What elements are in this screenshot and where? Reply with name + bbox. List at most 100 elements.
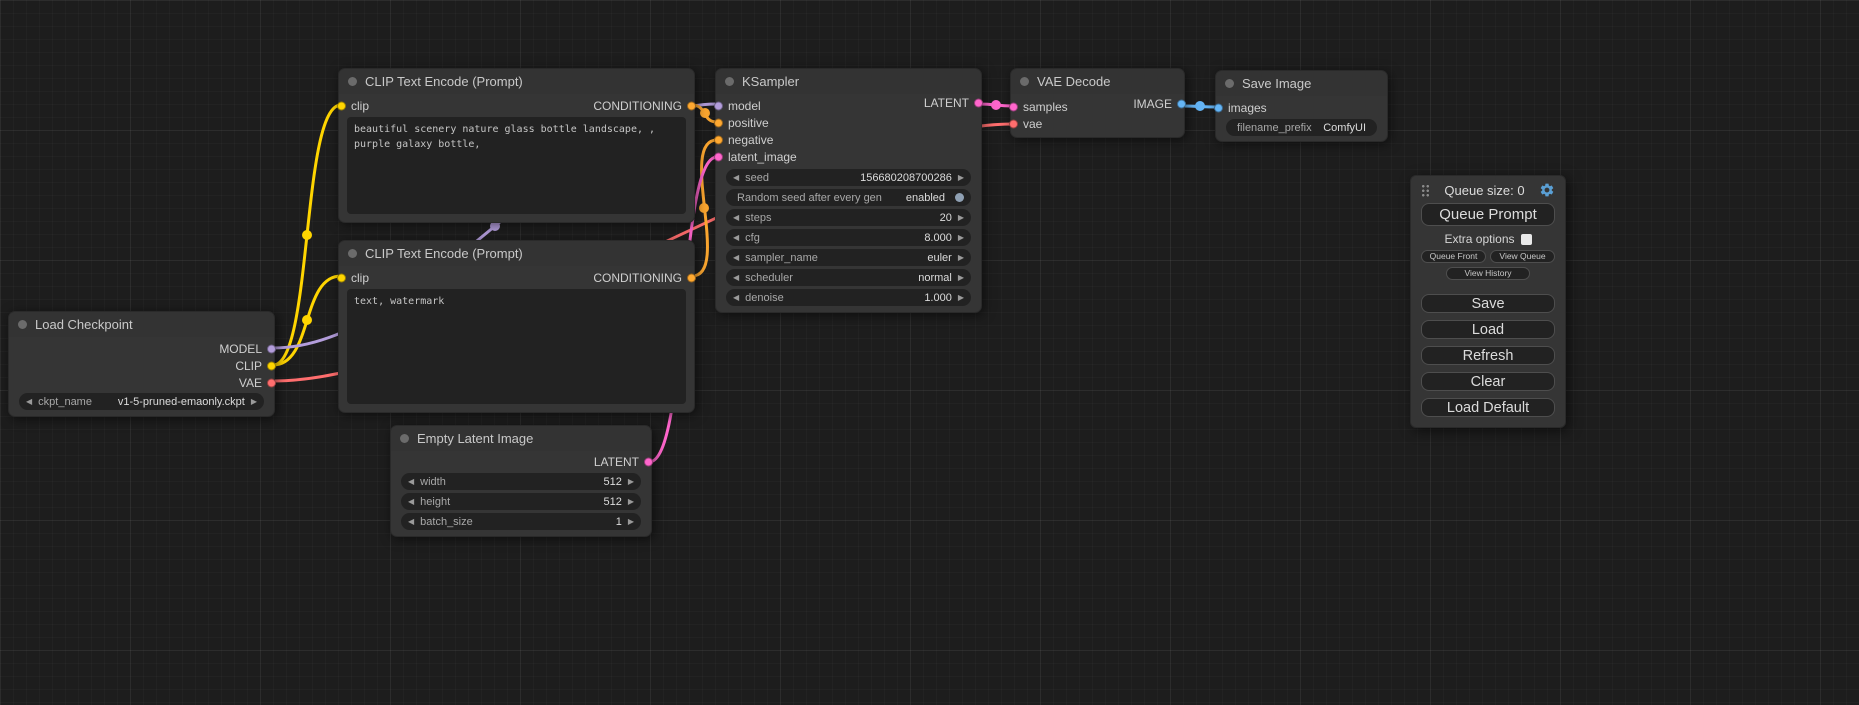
widget-cfg[interactable]: ◀ cfg 8.000 ▶ (726, 229, 971, 246)
widget-label: cfg (745, 232, 760, 244)
slot-label: CONDITIONING (593, 99, 682, 113)
input-dot-negative[interactable] (714, 135, 723, 144)
settings-gear-icon[interactable] (1539, 182, 1555, 198)
extra-options-checkbox[interactable] (1521, 234, 1532, 245)
negative-prompt-textarea[interactable]: text, watermark (347, 289, 686, 404)
arrow-left-icon[interactable]: ◀ (733, 214, 739, 222)
arrow-right-icon[interactable]: ▶ (251, 398, 257, 406)
collapse-dot[interactable] (725, 77, 734, 86)
toggle-dot[interactable] (955, 193, 964, 202)
clear-button[interactable]: Clear (1421, 372, 1555, 391)
node-titlebar[interactable]: KSampler (716, 69, 981, 94)
widget-control-after-generate[interactable]: Random seed after every gen enabled (726, 189, 971, 206)
output-dot-conditioning[interactable] (687, 101, 696, 110)
node-clip-text-encode-negative[interactable]: CLIP Text Encode (Prompt) clip CONDITION… (338, 240, 695, 413)
widget-height[interactable]: ◀ height 512 ▶ (401, 493, 641, 510)
node-titlebar[interactable]: CLIP Text Encode (Prompt) (339, 241, 694, 266)
arrow-right-icon[interactable]: ▶ (958, 234, 964, 242)
input-dot-clip[interactable] (337, 273, 346, 282)
widget-value: 512 (603, 476, 621, 488)
node-save-image[interactable]: Save Image images filename_prefix ComfyU… (1215, 70, 1388, 142)
widget-sampler-name[interactable]: ◀ sampler_name euler ▶ (726, 249, 971, 266)
node-empty-latent-image[interactable]: Empty Latent Image LATENT ◀ width 512 ▶ … (390, 425, 652, 537)
output-dot-image[interactable] (1177, 99, 1186, 108)
widget-filename-prefix[interactable]: filename_prefix ComfyUI (1226, 119, 1377, 136)
arrow-left-icon[interactable]: ◀ (408, 518, 414, 526)
node-titlebar[interactable]: VAE Decode (1011, 69, 1184, 94)
arrow-right-icon[interactable]: ▶ (958, 274, 964, 282)
widget-label: height (420, 496, 450, 508)
output-dot-latent[interactable] (974, 98, 983, 107)
collapse-dot[interactable] (400, 434, 409, 443)
slot-label: MODEL (219, 342, 262, 356)
arrow-right-icon[interactable]: ▶ (628, 478, 634, 486)
node-titlebar[interactable]: Load Checkpoint (9, 312, 274, 337)
arrow-left-icon[interactable]: ◀ (408, 498, 414, 506)
slot-label: CONDITIONING (593, 271, 682, 285)
input-dot-vae[interactable] (1009, 119, 1018, 128)
arrow-left-icon[interactable]: ◀ (733, 294, 739, 302)
widget-scheduler[interactable]: ◀ scheduler normal ▶ (726, 269, 971, 286)
collapse-dot[interactable] (18, 320, 27, 329)
widget-value: 512 (603, 496, 621, 508)
output-dot-latent[interactable] (644, 457, 653, 466)
collapse-dot[interactable] (1020, 77, 1029, 86)
node-titlebar[interactable]: CLIP Text Encode (Prompt) (339, 69, 694, 94)
arrow-right-icon[interactable]: ▶ (958, 174, 964, 182)
load-button[interactable]: Load (1421, 320, 1555, 339)
refresh-button[interactable]: Refresh (1421, 346, 1555, 365)
drag-handle-icon[interactable] (1421, 184, 1430, 197)
arrow-right-icon[interactable]: ▶ (958, 254, 964, 262)
load-default-button[interactable]: Load Default (1421, 398, 1555, 417)
widget-batch-size[interactable]: ◀ batch_size 1 ▶ (401, 513, 641, 530)
arrow-right-icon[interactable]: ▶ (628, 498, 634, 506)
output-dot-model[interactable] (267, 344, 276, 353)
widget-seed[interactable]: ◀ seed 156680208700286 ▶ (726, 169, 971, 186)
view-history-button[interactable]: View History (1446, 267, 1529, 280)
input-dot-images[interactable] (1214, 103, 1223, 112)
node-title: Load Checkpoint (35, 317, 133, 332)
arrow-right-icon[interactable]: ▶ (958, 214, 964, 222)
arrow-right-icon[interactable]: ▶ (628, 518, 634, 526)
arrow-left-icon[interactable]: ◀ (733, 274, 739, 282)
arrow-right-icon[interactable]: ▶ (958, 294, 964, 302)
queue-prompt-button[interactable]: Queue Prompt (1421, 203, 1555, 226)
node-ksampler[interactable]: KSampler model positive negative latent_… (715, 68, 982, 313)
input-dot-latent-image[interactable] (714, 152, 723, 161)
widget-label: denoise (745, 292, 784, 304)
input-dot-model[interactable] (714, 101, 723, 110)
input-dot-samples[interactable] (1009, 102, 1018, 111)
arrow-left-icon[interactable]: ◀ (733, 174, 739, 182)
arrow-left-icon[interactable]: ◀ (26, 398, 32, 406)
widget-value: normal (918, 272, 952, 284)
positive-prompt-textarea[interactable]: beautiful scenery nature glass bottle la… (347, 117, 686, 214)
widget-steps[interactable]: ◀ steps 20 ▶ (726, 209, 971, 226)
queue-front-button[interactable]: Queue Front (1421, 250, 1486, 263)
node-load-checkpoint[interactable]: Load Checkpoint MODEL CLIP VAE ◀ ckpt_na… (8, 311, 275, 417)
collapse-dot[interactable] (348, 249, 357, 258)
collapse-dot[interactable] (348, 77, 357, 86)
arrow-left-icon[interactable]: ◀ (733, 234, 739, 242)
node-titlebar[interactable]: Empty Latent Image (391, 426, 651, 451)
save-button[interactable]: Save (1421, 294, 1555, 313)
slot-label: samples (1023, 100, 1068, 114)
node-titlebar[interactable]: Save Image (1216, 71, 1387, 96)
widget-value: 1.000 (924, 292, 952, 304)
arrow-left-icon[interactable]: ◀ (408, 478, 414, 486)
view-queue-button[interactable]: View Queue (1490, 250, 1555, 263)
widget-denoise[interactable]: ◀ denoise 1.000 ▶ (726, 289, 971, 306)
arrow-left-icon[interactable]: ◀ (733, 254, 739, 262)
output-dot-conditioning[interactable] (687, 273, 696, 282)
output-dot-clip[interactable] (267, 361, 276, 370)
widget-width[interactable]: ◀ width 512 ▶ (401, 473, 641, 490)
node-graph-canvas[interactable]: Load Checkpoint MODEL CLIP VAE ◀ ckpt_na… (0, 0, 1859, 705)
input-dot-clip[interactable] (337, 101, 346, 110)
input-dot-positive[interactable] (714, 118, 723, 127)
node-clip-text-encode-positive[interactable]: CLIP Text Encode (Prompt) clip CONDITION… (338, 68, 695, 223)
output-dot-vae[interactable] (267, 378, 276, 387)
collapse-dot[interactable] (1225, 79, 1234, 88)
comfy-menu-panel[interactable]: Queue size: 0 Queue Prompt Extra options… (1410, 175, 1566, 428)
node-vae-decode[interactable]: VAE Decode samples vae IMAGE (1010, 68, 1185, 138)
slot-label: vae (1023, 117, 1042, 131)
widget-ckpt-name[interactable]: ◀ ckpt_name v1-5-pruned-emaonly.ckpt ▶ (19, 393, 264, 410)
